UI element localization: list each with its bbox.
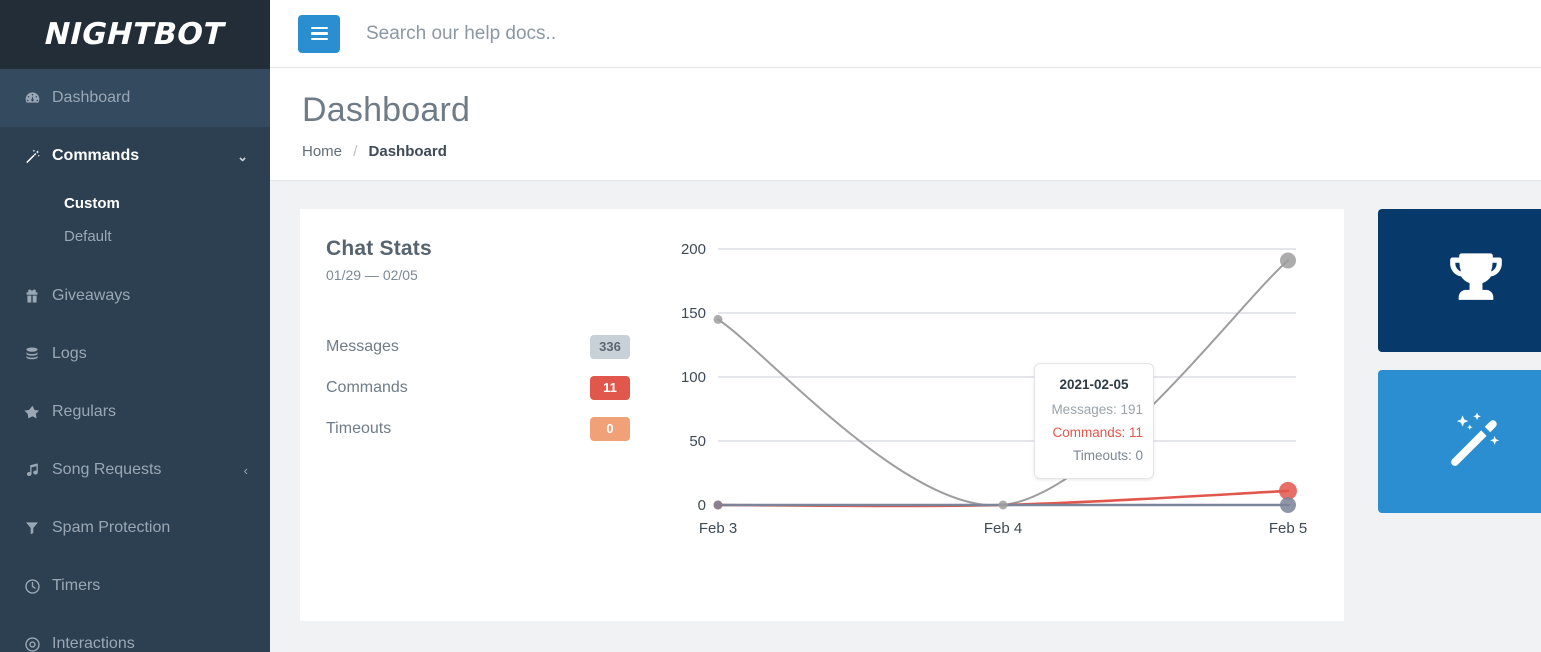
- stat-row-messages: Messages 336: [326, 327, 656, 368]
- y-axis-tick: 100: [681, 369, 706, 386]
- data-point: [1280, 496, 1296, 513]
- y-axis-tick: 50: [689, 433, 706, 450]
- star-icon: [24, 404, 52, 421]
- tooltip-timeouts: Timeouts: 0: [1072, 448, 1143, 464]
- sidebar-item-dashboard[interactable]: Dashboard: [0, 69, 270, 127]
- data-point: [1280, 252, 1296, 269]
- filter-icon: [24, 520, 52, 536]
- leaderboard-tile[interactable]: [1378, 208, 1541, 352]
- sidebar-item-label: Interactions: [52, 635, 135, 652]
- chat-stats-chart[interactable]: 0 50 100 150 200 Feb 3 Feb 4 Feb 5 2021-02-05 M…: [666, 235, 1326, 607]
- hamburger-icon[interactable]: [298, 14, 340, 53]
- breadcrumb-home[interactable]: Home: [302, 143, 342, 160]
- data-point: [713, 500, 723, 510]
- brand-logo[interactable]: NIGHTBOT: [0, 0, 270, 69]
- database-icon: [24, 346, 52, 362]
- breadcrumb-separator: /: [353, 142, 358, 160]
- magic-wand-icon: [24, 148, 52, 165]
- data-point: [998, 500, 1008, 510]
- y-axis-tick: 150: [681, 305, 706, 322]
- topbar: [270, 0, 1541, 68]
- chat-stats-summary: Chat Stats 01/29 — 02/05 Messages 336 Co…: [326, 235, 656, 607]
- main-area: Dashboard Home / Dashboard Chat Stats 01…: [270, 0, 1541, 652]
- card-date-range: 01/29 — 02/05: [326, 266, 418, 283]
- gift-icon: [24, 288, 52, 304]
- page-title: Dashboard: [302, 91, 471, 129]
- sidebar-item-label: Timers: [52, 577, 101, 594]
- sidebar-item-label: Dashboard: [52, 89, 131, 106]
- x-axis-tick: Feb 4: [984, 520, 1022, 537]
- clock-icon: [24, 578, 52, 595]
- stat-label: Commands: [326, 379, 408, 397]
- chat-stats-card: Chat Stats 01/29 — 02/05 Messages 336 Co…: [300, 208, 1344, 621]
- shortcut-tiles: [1378, 208, 1541, 652]
- status-badge: 336: [590, 335, 630, 360]
- sidebar-item-label: Spam Protection: [52, 519, 171, 536]
- sidebar: NIGHTBOT Dashboard Commands ⌄ Custom Def…: [0, 0, 270, 652]
- sidebar-item-spam-protection[interactable]: Spam Protection: [0, 499, 270, 557]
- y-axis-tick: 200: [681, 241, 706, 258]
- stat-label: Messages: [326, 338, 399, 356]
- card-title: Chat Stats: [326, 236, 432, 260]
- chart-tooltip: 2021-02-05 Messages: 191 Commands: 11 Ti…: [1034, 362, 1154, 479]
- stat-label: Timeouts: [326, 420, 392, 438]
- sidebar-item-song-requests[interactable]: Song Requests ‹: [0, 441, 270, 499]
- breadcrumb-current: Dashboard: [368, 142, 447, 160]
- sidebar-item-label: Logs: [52, 345, 87, 362]
- chevron-left-icon: ‹: [243, 462, 248, 478]
- status-badge: 11: [590, 376, 630, 401]
- stat-row-commands: Commands 11: [326, 368, 656, 409]
- sidebar-item-giveaways[interactable]: Giveaways: [0, 267, 270, 325]
- stats-list: Messages 336 Commands 11 Timeouts 0: [326, 327, 656, 450]
- x-axis-tick: Feb 5: [1269, 520, 1307, 537]
- search-input[interactable]: [366, 13, 1541, 54]
- status-badge: 0: [590, 417, 630, 442]
- sidebar-item-regulars[interactable]: Regulars: [0, 383, 270, 441]
- sidebar-item-label: Commands: [52, 147, 140, 164]
- y-axis-tick: 0: [698, 497, 706, 514]
- tooltip-commands: Commands: 11: [1052, 425, 1143, 441]
- content-area: Chat Stats 01/29 — 02/05 Messages 336 Co…: [270, 181, 1541, 652]
- x-axis-tick: Feb 3: [699, 520, 737, 537]
- series-line-messages: [717, 259, 1289, 507]
- app-root: NIGHTBOT Dashboard Commands ⌄ Custom Def…: [0, 0, 1541, 652]
- gear-icon: [24, 636, 52, 652]
- page-header: Dashboard Home / Dashboard: [270, 68, 1541, 181]
- commands-tile[interactable]: [1378, 369, 1541, 513]
- music-note-icon: [24, 462, 52, 478]
- brand-logo-text: NIGHTBOT: [44, 17, 226, 52]
- tooltip-date: 2021-02-05: [1059, 376, 1129, 392]
- sidebar-subitem-custom[interactable]: Custom: [0, 187, 270, 220]
- stat-row-timeouts: Timeouts 0: [326, 409, 656, 450]
- sidebar-subitem-default[interactable]: Default: [0, 220, 270, 253]
- sidebar-item-label: Regulars: [52, 403, 117, 420]
- chevron-down-icon: ⌄: [237, 148, 248, 164]
- sidebar-item-label: Giveaways: [52, 287, 131, 304]
- sidebar-item-timers[interactable]: Timers: [0, 557, 270, 615]
- tooltip-messages: Messages: 191: [1051, 402, 1143, 418]
- line-chart-svg[interactable]: 0 50 100 150 200 Feb 3 Feb 4 Feb 5: [666, 235, 1326, 545]
- sidebar-submenu-commands: Custom Default: [0, 185, 270, 267]
- sidebar-nav: Dashboard Commands ⌄ Custom Default Give…: [0, 69, 270, 652]
- sidebar-item-logs[interactable]: Logs: [0, 325, 270, 383]
- magic-wand-icon: [1444, 410, 1508, 472]
- data-point: [713, 314, 723, 324]
- hamburger-bars: [310, 24, 328, 44]
- trophy-icon: [1444, 249, 1508, 311]
- sidebar-item-label: Song Requests: [52, 461, 162, 478]
- sidebar-item-interactions[interactable]: Interactions: [0, 615, 270, 652]
- sidebar-item-commands[interactable]: Commands ⌄: [0, 127, 270, 185]
- dashboard-icon: [24, 90, 52, 107]
- breadcrumb: Home / Dashboard: [302, 143, 1511, 160]
